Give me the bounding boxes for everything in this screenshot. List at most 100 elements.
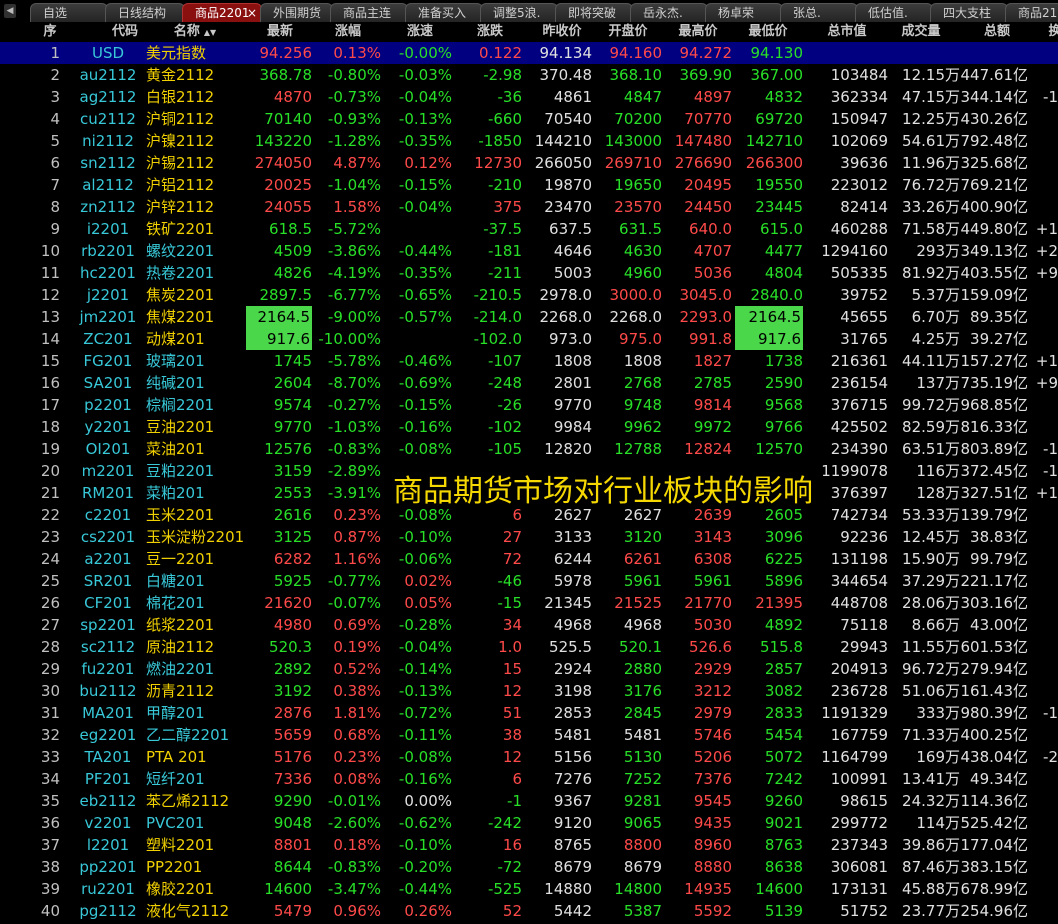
col-header-name[interactable]: 名称 ▲▼: [145, 22, 245, 42]
row-low: 4804: [764, 264, 803, 282]
row-name: 棕榈2201: [146, 396, 215, 414]
table-row[interactable]: 11 hc2201 热卷2201 4826 -4.19% -0.35% -211 5003 49…: [0, 262, 1058, 284]
row-name: 螺纹2201: [146, 242, 215, 260]
table-row[interactable]: 29 fu2201 燃油2201 2892 0.52% -0.14% 15 2924 2880 2…: [0, 658, 1058, 680]
table-row[interactable]: 3 ag2112 白银2112 4870 -0.73% -0.04% -36 4861 4847…: [0, 86, 1058, 108]
row-high: 9545: [693, 792, 732, 810]
row-open: 4968: [623, 616, 662, 634]
table-row[interactable]: 23 cs2201 玉米淀粉2201 3125 0.87% -0.10% 27 3133 312…: [0, 526, 1058, 548]
tab-8[interactable]: 岳永杰.: [630, 3, 708, 22]
col-header-last[interactable]: 最新: [250, 22, 310, 42]
tab-11[interactable]: 低估值.: [855, 3, 933, 22]
row-amount: 139.79亿: [960, 506, 1029, 524]
row-market-cap: 82414: [840, 198, 888, 216]
col-header-pct[interactable]: 涨幅: [318, 22, 378, 42]
table-row[interactable]: 1 USD 美元指数 94.256 0.13% -0.00% 0.122 94.134 94.1…: [0, 42, 1058, 64]
tab-10[interactable]: 张总.: [780, 3, 858, 22]
tab-4[interactable]: 商品主连: [330, 3, 408, 22]
table-row[interactable]: 18 y2201 豆油2201 9770 -1.03% -0.16% -102 9984 996…: [0, 416, 1058, 438]
table-row[interactable]: 4 cu2112 沪铜2112 70140 -0.93% -0.13% -660 70540 7…: [0, 108, 1058, 130]
table-row[interactable]: 40 pg2112 液化气2112 5479 0.96% 0.26% 52 5442 5387 5…: [0, 900, 1058, 922]
row-pct: 0.18%: [333, 836, 381, 854]
table-row[interactable]: 28 sc2112 原油2112 520.3 0.19% -0.04% 1.0 525.5 52…: [0, 636, 1058, 658]
table-row[interactable]: 30 bu2112 沥青2112 3192 0.38% -0.13% 12 3198 3176 3…: [0, 680, 1058, 702]
table-row[interactable]: 25 SR201 白糖201 5925 -0.77% 0.02% -46 5978 5961 59…: [0, 570, 1058, 592]
table-row[interactable]: 35 eb2112 苯乙烯2112 9290 -0.01% 0.00% -1 9367 9281…: [0, 790, 1058, 812]
tab-12[interactable]: 四大支柱: [930, 3, 1008, 22]
tab-label: 商品210: [1018, 6, 1058, 20]
table-row[interactable]: 26 CF201 棉花201 21620 -0.07% 0.05% -15 21345 2152…: [0, 592, 1058, 614]
row-code: CF201: [84, 594, 132, 612]
row-extra: [1030, 306, 1058, 328]
tab-6[interactable]: 调整5浪.: [480, 3, 558, 22]
row-high: 4707: [693, 242, 732, 260]
col-header-turnover[interactable]: 换: [1040, 22, 1058, 42]
tab-1[interactable]: 日线结构: [105, 3, 185, 22]
table-row[interactable]: 36 v2201 PVC201 9048 -2.60% -0.62% -242 9120 906…: [0, 812, 1058, 834]
row-market-cap: 425502: [830, 418, 888, 436]
col-header-prev-close[interactable]: 昨收价: [532, 22, 592, 42]
row-open: 9065: [623, 814, 662, 832]
table-row[interactable]: 39 ru2201 橡胶2201 14600 -3.47% -0.44% -525 14880…: [0, 878, 1058, 900]
row-index: 22: [40, 506, 60, 524]
col-header-high[interactable]: 最高价: [668, 22, 728, 42]
row-prev-close: 9984: [553, 418, 592, 436]
table-row[interactable]: 6 sn2112 沪锡2112 274050 4.87% 0.12% 12730 266050…: [0, 152, 1058, 174]
tab-7[interactable]: 即将突破: [555, 3, 633, 22]
row-last: 6282: [273, 550, 312, 568]
row-name: 黄金2112: [146, 66, 215, 84]
table-row[interactable]: 5 ni2112 沪镍2112 143220 -1.28% -0.35% -1850 1442…: [0, 130, 1058, 152]
col-header-amount[interactable]: 总额: [962, 22, 1032, 42]
row-extra: [1030, 42, 1058, 64]
tab-13[interactable]: 商品210: [1005, 3, 1058, 22]
table-row[interactable]: 15 FG201 玻璃201 1745 -5.78% -0.46% -107 1808 1808…: [0, 350, 1058, 372]
table-row[interactable]: 7 al2112 沪铝2112 20025 -1.04% -0.15% -210 19870 1…: [0, 174, 1058, 196]
col-header-change[interactable]: 涨跌: [460, 22, 520, 42]
row-code: SA201: [83, 374, 133, 392]
table-row[interactable]: 8 zn2112 沪锌2112 24055 1.58% -0.04% 375 23470 235…: [0, 196, 1058, 218]
table-row[interactable]: 10 rb2201 螺纹2201 4509 -3.86% -0.44% -181 4646 46…: [0, 240, 1058, 262]
table-row[interactable]: 17 p2201 棕榈2201 9574 -0.27% -0.15% -26 9770 9748…: [0, 394, 1058, 416]
table-row[interactable]: 24 a2201 豆一2201 6282 1.16% -0.06% 72 6244 6261 63…: [0, 548, 1058, 570]
table-row[interactable]: 2 au2112 黄金2112 368.78 -0.80% -0.03% -2.98 370.…: [0, 64, 1058, 86]
tab-0[interactable]: 自选: [30, 3, 108, 22]
row-code: cu2112: [80, 110, 136, 128]
row-index: 27: [40, 616, 60, 634]
table-row[interactable]: 31 MA201 甲醇201 2876 1.81% -0.72% 51 2853 2845 297…: [0, 702, 1058, 724]
row-amount: 49.34亿: [970, 770, 1028, 788]
row-last: 3192: [273, 682, 312, 700]
row-volume: 53.33万: [902, 506, 960, 524]
table-row[interactable]: 14 ZC201 动煤201 917.6 -10.00% -102.0 973.0 975.0…: [0, 328, 1058, 350]
row-last: 8801: [273, 836, 312, 854]
row-high: 147480: [674, 132, 732, 150]
tab-scroll-left-icon[interactable]: ◀: [4, 4, 16, 18]
row-prev-close: 3198: [553, 682, 592, 700]
tab-3[interactable]: 外围期货: [260, 3, 333, 22]
col-header-volume[interactable]: 成交量: [886, 22, 956, 42]
table-row[interactable]: 33 TA201 PTA 201 5176 0.23% -0.08% 12 5156 5130 5…: [0, 746, 1058, 768]
col-header-open[interactable]: 开盘价: [598, 22, 658, 42]
col-header-low[interactable]: 最低价: [738, 22, 798, 42]
col-header-speed[interactable]: 涨速: [390, 22, 450, 42]
table-row[interactable]: 38 pp2201 PP2201 8644 -0.83% -0.20% -72 8679 867…: [0, 856, 1058, 878]
tab-5[interactable]: 准备买入: [405, 3, 483, 22]
tab-2[interactable]: 商品2201 ×: [182, 3, 262, 22]
tab-label: 即将突破: [568, 6, 617, 20]
table-row[interactable]: 13 jm2201 焦煤2201 2164.5 -9.00% -0.57% -214.0 22…: [0, 306, 1058, 328]
row-index: 11: [40, 264, 60, 282]
table-row[interactable]: 12 j2201 焦炭2201 2897.5 -6.77% -0.65% -210.5 297…: [0, 284, 1058, 306]
table-row[interactable]: 9 i2201 铁矿2201 618.5 -5.72% -37.5 637.5 631.5 64…: [0, 218, 1058, 240]
col-header-index[interactable]: 序: [30, 22, 70, 42]
table-row[interactable]: 34 PF201 短纤201 7336 0.08% -0.16% 6 7276 7252 7376…: [0, 768, 1058, 790]
row-low: 515.8: [760, 638, 803, 656]
table-row[interactable]: 27 sp2201 纸浆2201 4980 0.69% -0.28% 34 4968 4968 5…: [0, 614, 1058, 636]
tab-close-icon[interactable]: ×: [247, 4, 257, 22]
col-header-market-cap[interactable]: 总市值: [812, 22, 882, 42]
table-row[interactable]: 16 SA201 纯碱201 2604 -8.70% -0.69% -248 2801 2768…: [0, 372, 1058, 394]
table-row[interactable]: 19 OI201 菜油201 12576 -0.83% -0.08% -105 12820 12…: [0, 438, 1058, 460]
table-row[interactable]: 32 eg2201 乙二醇2201 5659 0.68% -0.11% 38 5481 5481…: [0, 724, 1058, 746]
row-low: 367.00: [750, 66, 804, 84]
row-index: 1: [50, 44, 60, 62]
tab-9[interactable]: 杨卓荣: [705, 3, 783, 22]
table-row[interactable]: 37 l2201 塑料2201 8801 0.18% -0.10% 16 8765 8800 89…: [0, 834, 1058, 856]
